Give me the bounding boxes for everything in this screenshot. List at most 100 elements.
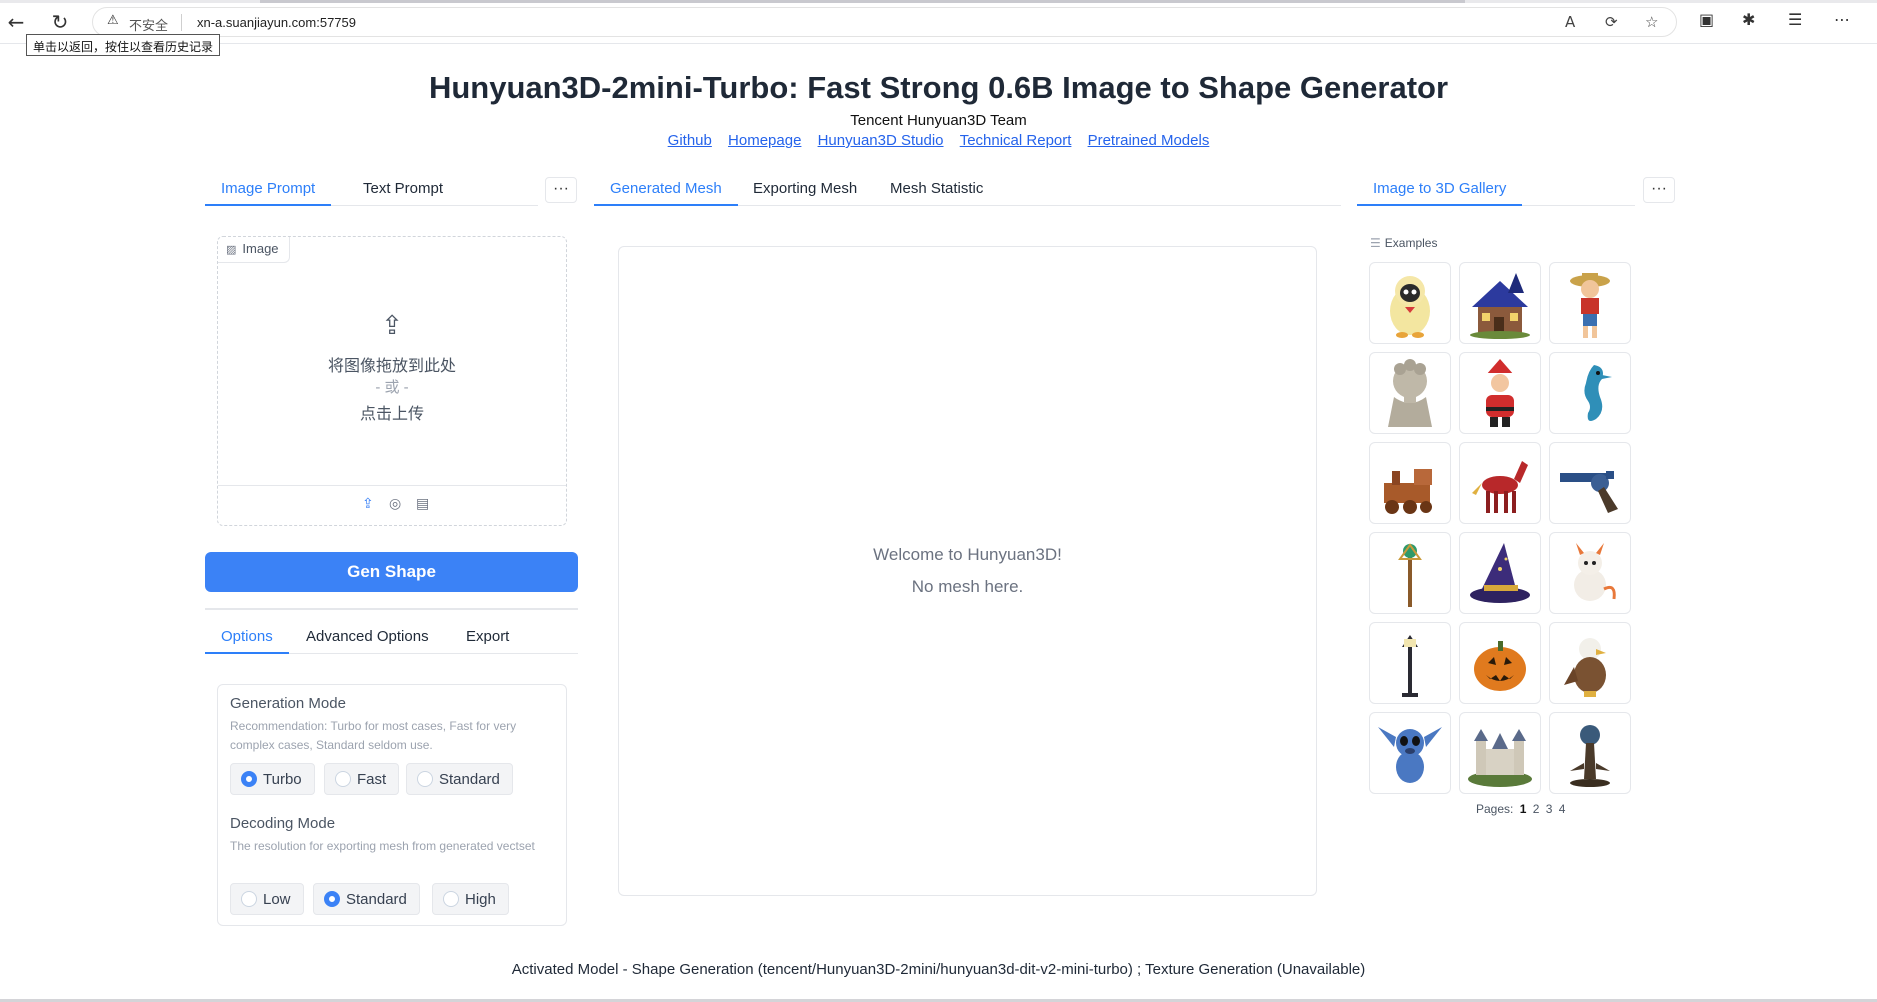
page-title: Hunyuan3D-2mini-Turbo: Fast Strong 0.6B … [428, 70, 1449, 105]
example-pirate-boy[interactable] [1549, 262, 1631, 344]
tab-image-to-3d-gallery[interactable]: Image to 3D Gallery [1357, 172, 1523, 206]
back-arrow-icon[interactable]: ← [2, 8, 30, 36]
example-baby-dragon[interactable] [1549, 532, 1631, 614]
gallery-more-button[interactable]: ··· [1643, 177, 1675, 203]
radio-dot [241, 891, 257, 907]
tab-generated-mesh[interactable]: Generated Mesh [594, 172, 738, 206]
radio-dot-selected [241, 771, 257, 787]
example-wizard-hat[interactable] [1459, 532, 1541, 614]
link-technical-report[interactable]: Technical Report [960, 132, 1072, 149]
example-stone-bust[interactable] [1369, 352, 1451, 434]
link-studio[interactable]: Hunyuan3D Studio [818, 132, 944, 149]
tab-text-prompt[interactable]: Text Prompt [347, 172, 459, 206]
example-seahorse[interactable] [1549, 352, 1631, 434]
browser-toolbar: ← ↻ ⚠ 不安全 xn-a.suanjiayun.com:57759 A ⟳ … [0, 0, 1877, 44]
example-red-horse[interactable] [1459, 442, 1541, 524]
tab-actions-icon[interactable]: ▣ [1699, 10, 1714, 29]
webcam-icon[interactable]: ◎ [389, 496, 401, 512]
radio-high[interactable]: High [432, 883, 509, 915]
radio-label: Low [263, 891, 291, 908]
radio-dot [417, 771, 433, 787]
page-4[interactable]: 4 [1559, 802, 1566, 816]
example-stitch[interactable] [1369, 712, 1451, 794]
scrollbar-thumb[interactable] [260, 0, 1465, 3]
read-aloud-icon[interactable]: A [1565, 13, 1575, 31]
url-text[interactable]: xn-a.suanjiayun.com:57759 [197, 15, 356, 30]
tab-mesh-statistic[interactable]: Mesh Statistic [874, 172, 999, 206]
example-tree-orb[interactable] [1549, 712, 1631, 794]
tab-advanced-options[interactable]: Advanced Options [290, 620, 445, 654]
mesh-tabs: Generated Mesh Exporting Mesh Mesh Stati… [594, 172, 1341, 206]
example-pumpkin[interactable] [1459, 622, 1541, 704]
generation-mode-title: Generation Mode [230, 695, 346, 712]
image-icon: ▨ [226, 244, 237, 256]
decoding-mode-desc: The resolution for exporting mesh from g… [230, 839, 535, 853]
team-name: Tencent Hunyuan3D Team [850, 112, 1027, 129]
insecure-label: 不安全 [129, 18, 169, 33]
radio-dot-selected [324, 891, 340, 907]
radio-fast[interactable]: Fast [324, 763, 400, 795]
upload-or-text: - 或 - [375, 379, 409, 396]
generation-mode-desc: Recommendation: Turbo for most cases, Fa… [230, 719, 517, 752]
radio-label: Fast [357, 771, 387, 788]
decoding-mode-title: Decoding Mode [230, 815, 336, 832]
welcome-text: Welcome to Hunyuan3D! [873, 545, 1062, 564]
example-blue-house[interactable] [1459, 262, 1541, 344]
address-separator [181, 14, 182, 31]
options-panel: Generation Mode Recommendation: Turbo fo… [217, 684, 567, 926]
section-divider [205, 608, 578, 610]
prompt-more-button[interactable]: ··· [545, 177, 577, 203]
link-github[interactable]: Github [668, 132, 712, 149]
prompt-tabs: Image Prompt Text Prompt [205, 172, 538, 206]
link-pretrained-models[interactable]: Pretrained Models [1088, 132, 1210, 149]
gallery-tabs: Image to 3D Gallery [1357, 172, 1635, 206]
tab-exporting-mesh[interactable]: Exporting Mesh [737, 172, 873, 206]
upload-file-icon[interactable]: ⇪ [362, 496, 374, 512]
radio-low[interactable]: Low [230, 883, 304, 915]
tab-options[interactable]: Options [205, 620, 289, 654]
tab-image-prompt[interactable]: Image Prompt [205, 172, 332, 206]
example-eagle[interactable] [1549, 622, 1631, 704]
address-bar[interactable]: ⚠ 不安全 xn-a.suanjiayun.com:57759 A ⟳ ☆ [92, 7, 1677, 37]
example-street-lamp[interactable] [1369, 622, 1451, 704]
radio-dot [335, 771, 351, 787]
page-2[interactable]: 2 [1533, 802, 1540, 816]
option-tabs: Options Advanced Options Export [205, 620, 578, 654]
page-1[interactable]: 1 [1520, 802, 1527, 816]
gen-shape-button[interactable]: Gen Shape [205, 552, 578, 592]
image-upload-dropzone[interactable]: ▨ Image ⇪ 将图像拖放到此处 - 或 - 点击上传 ⇪ ◎ ▤ [217, 236, 567, 526]
example-toy-train[interactable] [1369, 442, 1451, 524]
upload-icon: ⇪ [381, 311, 403, 341]
favorites-icon[interactable]: ☰ [1788, 10, 1802, 29]
example-penguin-toy[interactable] [1369, 262, 1451, 344]
image-label: ▨ Image [218, 237, 290, 263]
radio-label: Standard [346, 891, 407, 908]
upload-drop-text: 将图像拖放到此处 [327, 358, 456, 375]
refresh-page-icon[interactable]: ⟳ [1605, 13, 1618, 31]
header-links: Github Homepage Hunyuan3D Studio Technic… [0, 132, 1877, 149]
mesh-viewer[interactable]: Welcome to Hunyuan3D! No mesh here. [618, 246, 1317, 896]
more-menu-icon[interactable]: ⋯ [1834, 10, 1850, 29]
radio-standard-gen[interactable]: Standard [406, 763, 513, 795]
radio-label: Standard [439, 771, 500, 788]
radio-turbo[interactable]: Turbo [230, 763, 315, 795]
example-magic-staff[interactable] [1369, 532, 1451, 614]
upload-source-bar: ⇪ ◎ ▤ [218, 485, 566, 525]
link-homepage[interactable]: Homepage [728, 132, 801, 149]
clipboard-icon[interactable]: ▤ [416, 496, 429, 512]
back-tooltip: 单击以返回，按住以查看历史记录 [26, 34, 221, 56]
example-castle[interactable] [1459, 712, 1541, 794]
example-revolver[interactable] [1549, 442, 1631, 524]
radio-label: Turbo [263, 771, 302, 788]
radio-standard-dec[interactable]: Standard [313, 883, 420, 915]
examples-label: ☰ Examples [1370, 236, 1438, 250]
page-3[interactable]: 3 [1546, 802, 1553, 816]
favorite-star-icon[interactable]: ☆ [1645, 13, 1658, 31]
horizontal-scrollbar[interactable] [0, 0, 1877, 3]
tab-export[interactable]: Export [450, 620, 525, 654]
reload-icon[interactable]: ↻ [46, 8, 74, 36]
example-santa-claus[interactable] [1459, 352, 1541, 434]
warning-icon: ⚠ [107, 13, 119, 28]
activated-model-footer: Activated Model - Shape Generation (tenc… [511, 961, 1366, 978]
extensions-icon[interactable]: ✱ [1742, 10, 1755, 29]
